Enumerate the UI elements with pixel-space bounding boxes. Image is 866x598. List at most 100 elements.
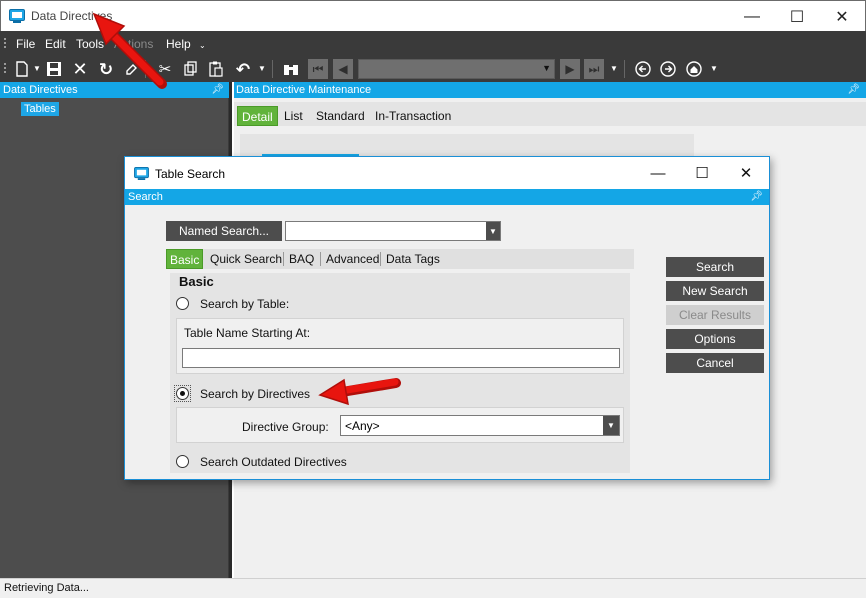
search-by-directives-radio[interactable] bbox=[176, 387, 189, 400]
right-pane-title: Data Directive Maintenance bbox=[236, 84, 372, 96]
search-button[interactable]: Search bbox=[666, 257, 764, 277]
search-outdated-radio[interactable] bbox=[176, 455, 189, 468]
tab-standard[interactable]: Standard bbox=[312, 106, 369, 126]
menu-edit[interactable]: Edit bbox=[45, 37, 66, 51]
search-by-directives-label[interactable]: Search by Directives bbox=[200, 387, 310, 401]
pin-icon[interactable]: 📌︎ bbox=[750, 189, 763, 205]
radio-selected-dot bbox=[180, 391, 185, 396]
refresh-icon[interactable]: ↻ bbox=[96, 59, 116, 79]
undo-icon[interactable]: ↶ bbox=[233, 59, 253, 79]
new-caret-icon[interactable]: ▼ bbox=[33, 64, 41, 73]
clear-results-button[interactable]: Clear Results bbox=[666, 305, 764, 325]
right-pane-header: Data Directive Maintenance 📌︎ bbox=[234, 82, 866, 98]
directive-group-label: Directive Group: bbox=[242, 420, 329, 434]
grip-icon bbox=[4, 38, 6, 48]
pin-icon[interactable]: 📌︎ bbox=[847, 82, 860, 98]
subtab-advanced[interactable]: Advanced bbox=[323, 249, 382, 269]
forward-icon[interactable] bbox=[658, 59, 678, 79]
basic-search-panel: Basic Search by Table: Table Name Starti… bbox=[170, 273, 630, 473]
toolbar: ▼ ✕ ↻ ✂ ↶ ▼ ⏮ ◀ ▼ ▶ ⏭ ▼ ▼ bbox=[0, 56, 866, 82]
window-titlebar: Data Directives — ☐ ✕ bbox=[0, 0, 866, 31]
home-icon[interactable] bbox=[684, 59, 704, 79]
binoculars-icon[interactable] bbox=[281, 59, 301, 79]
menu-tools[interactable]: Tools bbox=[76, 37, 104, 51]
dialog-minimize-button[interactable]: — bbox=[636, 158, 680, 188]
left-pane-title: Data Directives bbox=[3, 84, 78, 96]
window-title: Data Directives bbox=[31, 9, 113, 23]
record-navigator-combo[interactable]: ▼ bbox=[358, 59, 555, 79]
dialog-header-title: Search bbox=[128, 191, 163, 203]
save-icon[interactable] bbox=[44, 59, 64, 79]
subtab-quick-search[interactable]: Quick Search bbox=[207, 249, 285, 269]
directive-group-value: <Any> bbox=[345, 419, 380, 433]
subtab-data-tags[interactable]: Data Tags bbox=[383, 249, 443, 269]
clear-icon[interactable] bbox=[121, 59, 141, 79]
search-by-table-radio[interactable] bbox=[176, 297, 189, 310]
close-button[interactable]: ✕ bbox=[819, 1, 865, 32]
search-subtabs: Basic Quick Search BAQ Advanced Data Tag… bbox=[166, 249, 634, 269]
dialog-body: Named Search... ▼ Basic Quick Search BAQ… bbox=[125, 205, 769, 479]
dialog-title: Table Search bbox=[155, 167, 226, 181]
table-name-group: Table Name Starting At: bbox=[176, 318, 624, 374]
dialog-titlebar: Table Search — ☐ ✕ bbox=[125, 157, 769, 189]
dialog-close-button[interactable]: ✕ bbox=[724, 158, 768, 188]
back-icon[interactable] bbox=[633, 59, 653, 79]
next-icon[interactable]: ▶ bbox=[560, 59, 580, 79]
undo-caret-icon[interactable]: ▼ bbox=[258, 64, 266, 73]
toolbar-separator bbox=[272, 60, 273, 78]
status-bar: Retrieving Data... bbox=[0, 578, 866, 598]
left-pane-header: Data Directives 📌︎ bbox=[0, 82, 230, 98]
paste-icon[interactable] bbox=[206, 59, 226, 79]
first-icon[interactable]: ⏮ bbox=[308, 59, 328, 79]
maintenance-tabs: Detail List Standard In-Transaction bbox=[234, 102, 866, 126]
minimize-button[interactable]: — bbox=[729, 1, 775, 32]
chevron-down-icon[interactable]: ▼ bbox=[603, 416, 619, 435]
menu-file[interactable]: File bbox=[16, 37, 35, 51]
directive-group-box: Directive Group: <Any> ▼ bbox=[176, 407, 624, 443]
dialog-maximize-button[interactable]: ☐ bbox=[680, 158, 724, 188]
menu-help[interactable]: Help bbox=[166, 37, 191, 51]
table-search-dialog: Table Search — ☐ ✕ Search 📌︎ Named Searc… bbox=[124, 156, 770, 480]
subtab-separator bbox=[283, 252, 284, 266]
chevron-down-icon[interactable]: ▼ bbox=[542, 63, 551, 73]
dialog-icon bbox=[134, 167, 149, 180]
search-by-table-label[interactable]: Search by Table: bbox=[200, 297, 289, 311]
pin-icon[interactable]: 📌︎ bbox=[211, 82, 224, 98]
toolbar-separator bbox=[624, 60, 625, 78]
grip-icon bbox=[4, 63, 6, 73]
subtab-basic[interactable]: Basic bbox=[166, 249, 204, 269]
table-name-input[interactable] bbox=[182, 348, 620, 368]
delete-icon[interactable]: ✕ bbox=[70, 59, 90, 79]
basic-panel-title: Basic bbox=[179, 274, 214, 289]
toolbar-separator bbox=[145, 60, 146, 78]
tab-in-transaction[interactable]: In-Transaction bbox=[371, 106, 455, 126]
tree-node-tables[interactable]: Tables bbox=[21, 102, 59, 116]
table-name-label: Table Name Starting At: bbox=[184, 326, 311, 340]
subtab-separator bbox=[380, 252, 381, 266]
help-caret-icon[interactable]: ⌄ bbox=[199, 41, 206, 50]
last-icon[interactable]: ⏭ bbox=[584, 59, 604, 79]
copy-icon[interactable] bbox=[181, 59, 201, 79]
prev-icon[interactable]: ◀ bbox=[333, 59, 353, 79]
new-search-button[interactable]: New Search bbox=[666, 281, 764, 301]
options-button[interactable]: Options bbox=[666, 329, 764, 349]
menu-bar: File Edit Tools Actions Help ⌄ bbox=[0, 31, 866, 56]
cancel-button[interactable]: Cancel bbox=[666, 353, 764, 373]
named-search-combo[interactable]: ▼ bbox=[285, 221, 501, 241]
maximize-button[interactable]: ☐ bbox=[774, 1, 820, 32]
named-search-button[interactable]: Named Search... bbox=[166, 221, 282, 241]
dialog-header: Search 📌︎ bbox=[125, 189, 769, 205]
new-icon[interactable] bbox=[12, 59, 32, 79]
directive-group-combo[interactable]: <Any> ▼ bbox=[340, 415, 620, 436]
menu-actions[interactable]: Actions bbox=[114, 37, 153, 51]
tab-detail[interactable]: Detail bbox=[237, 106, 278, 126]
home-caret-icon[interactable]: ▼ bbox=[710, 64, 718, 73]
nav-caret-icon[interactable]: ▼ bbox=[610, 64, 618, 73]
cut-icon[interactable]: ✂ bbox=[155, 59, 175, 79]
tab-list[interactable]: List bbox=[280, 106, 307, 126]
chevron-down-icon[interactable]: ▼ bbox=[486, 222, 500, 240]
app-icon bbox=[9, 9, 25, 23]
search-outdated-label[interactable]: Search Outdated Directives bbox=[200, 455, 347, 469]
subtab-baq[interactable]: BAQ bbox=[286, 249, 317, 269]
subtab-separator bbox=[320, 252, 321, 266]
